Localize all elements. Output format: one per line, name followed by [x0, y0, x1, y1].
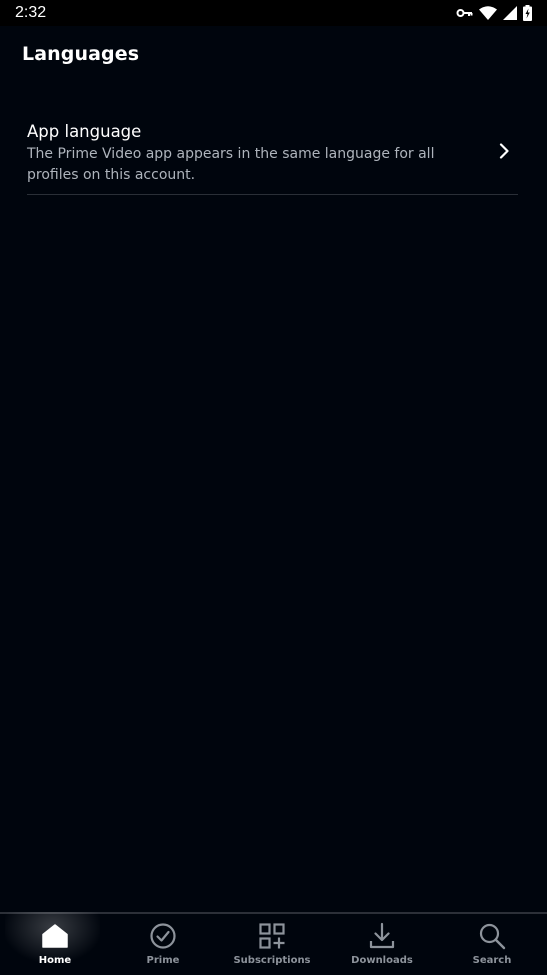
- home-icon: [41, 922, 69, 950]
- page-title: Languages: [22, 43, 140, 65]
- setting-title: App language: [27, 122, 142, 141]
- status-icons: [456, 4, 532, 22]
- nav-home[interactable]: Home: [0, 912, 110, 975]
- nav-subscriptions[interactable]: Subscriptions: [217, 914, 327, 975]
- nav-search[interactable]: Search: [437, 914, 547, 975]
- status-time: 2:32: [15, 4, 47, 21]
- signal-icon: [503, 6, 517, 20]
- battery-charging-icon: [523, 5, 532, 21]
- app-language-setting[interactable]: App language The Prime Video app appears…: [27, 120, 518, 195]
- nav-label-subscriptions: Subscriptions: [233, 955, 311, 966]
- wifi-icon: [479, 6, 497, 20]
- chevron-right-icon: [497, 143, 511, 159]
- check-circle-icon: [149, 922, 177, 950]
- nav-label-prime: Prime: [146, 955, 180, 966]
- status-bar: 2:32: [0, 0, 547, 26]
- bottom-nav: Home Prime Subscriptions Downloads Searc…: [0, 912, 547, 975]
- nav-label-home: Home: [38, 955, 72, 966]
- vpn-key-icon: [456, 7, 473, 19]
- download-icon: [368, 922, 396, 950]
- search-icon: [478, 922, 506, 950]
- nav-downloads[interactable]: Downloads: [327, 914, 437, 975]
- nav-label-downloads: Downloads: [351, 955, 413, 966]
- nav-label-search: Search: [472, 955, 512, 966]
- nav-prime[interactable]: Prime: [108, 914, 218, 975]
- setting-description: The Prime Video app appears in the same …: [27, 146, 435, 183]
- grid-plus-icon: [258, 922, 286, 950]
